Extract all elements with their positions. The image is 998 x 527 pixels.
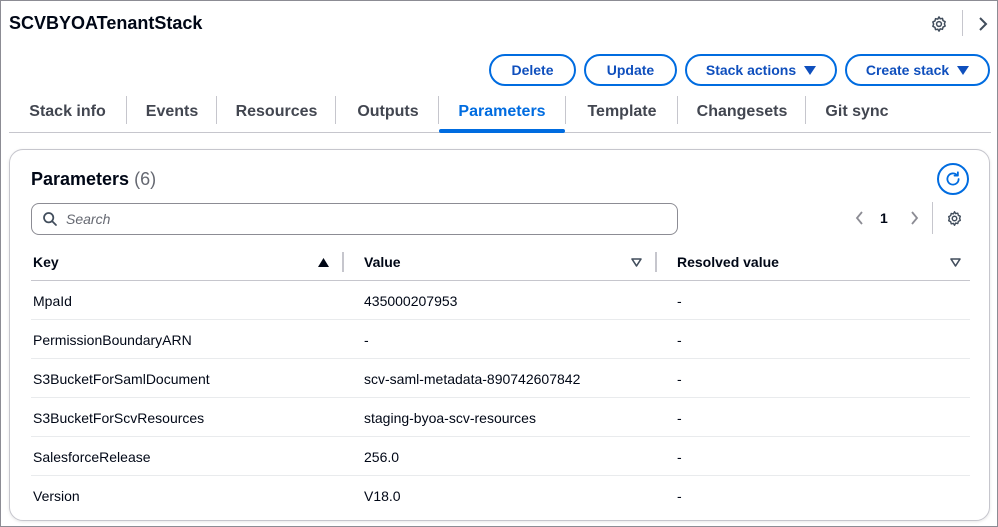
table-row: PermissionBoundaryARN - - [31, 320, 970, 359]
table-row: S3BucketForScvResources staging-byoa-scv… [31, 398, 970, 437]
tab-git-sync[interactable]: Git sync [813, 93, 901, 131]
tab-events[interactable]: Events [134, 93, 210, 131]
chevron-right-icon[interactable] [975, 14, 991, 34]
parameter-key: S3BucketForScvResources [33, 409, 205, 426]
header-divider [962, 10, 963, 36]
parameters-panel: Parameters (6) 1 [9, 149, 990, 521]
tab-separator [335, 96, 336, 124]
parameter-resolved-value: - [677, 331, 682, 348]
sort-ascending-icon[interactable] [318, 243, 329, 281]
table-row: S3BucketForSamlDocument scv-saml-metadat… [31, 359, 970, 398]
tab-separator [565, 96, 566, 124]
current-page[interactable]: 1 [880, 210, 888, 226]
parameter-resolved-value: - [677, 409, 682, 426]
column-header-key[interactable]: Key [33, 243, 59, 281]
update-button-label: Update [606, 62, 655, 78]
tab-stack-info[interactable]: Stack info [15, 93, 120, 131]
panel-title: Parameters (6) [31, 169, 156, 190]
parameter-key: SalesforceRelease [33, 448, 151, 465]
chevron-left-icon [855, 211, 863, 225]
tab-outputs[interactable]: Outputs [343, 93, 433, 131]
parameter-key: S3BucketForSamlDocument [33, 370, 210, 387]
table-row: Version V18.0 - [31, 476, 970, 515]
parameter-resolved-value: - [677, 292, 682, 309]
table-row: MpaId 435000207953 - [31, 281, 970, 320]
tab-resources[interactable]: Resources [224, 93, 329, 131]
gear-icon[interactable] [929, 14, 949, 34]
search-input[interactable] [66, 211, 626, 227]
tab-separator [677, 96, 678, 124]
parameter-resolved-value: - [677, 487, 682, 504]
sort-descending-icon[interactable] [631, 243, 642, 281]
parameter-value: - [364, 331, 369, 348]
create-stack-label: Create stack [865, 62, 950, 78]
column-resizer[interactable] [342, 252, 344, 272]
previous-page-button[interactable] [850, 208, 868, 228]
tab-template[interactable]: Template [573, 93, 671, 131]
parameter-resolved-value: - [677, 370, 682, 387]
refresh-icon [946, 171, 960, 186]
refresh-button[interactable] [937, 163, 969, 195]
parameter-value: V18.0 [364, 487, 401, 504]
parameters-count: (6) [134, 169, 157, 189]
parameter-resolved-value: - [677, 448, 682, 465]
parameter-key: Version [33, 487, 80, 504]
tab-parameters[interactable]: Parameters [439, 93, 565, 133]
tab-changesets[interactable]: Changesets [685, 93, 799, 131]
parameter-key: MpaId [33, 292, 72, 309]
stack-actions-label: Stack actions [705, 62, 797, 78]
caret-down-icon [957, 65, 970, 75]
update-button[interactable]: Update [584, 54, 677, 86]
parameter-key: PermissionBoundaryARN [33, 331, 192, 348]
table-row: SalesforceRelease 256.0 - [31, 437, 970, 476]
gear-icon [947, 210, 961, 226]
tab-separator [216, 96, 217, 124]
column-header-value[interactable]: Value [364, 243, 401, 281]
tab-separator [805, 96, 806, 124]
parameter-value: 435000207953 [364, 292, 458, 309]
parameter-value: staging-byoa-scv-resources [364, 409, 536, 426]
sort-descending-icon[interactable] [950, 243, 961, 281]
delete-button[interactable]: Delete [489, 54, 576, 86]
parameters-table: Key Value Resolved value MpaId 435000207… [31, 243, 970, 515]
table-preferences-button[interactable] [944, 208, 964, 228]
pager-divider [932, 202, 933, 234]
create-stack-dropdown[interactable]: Create stack [845, 54, 990, 86]
column-resizer[interactable] [655, 252, 657, 272]
delete-button-label: Delete [511, 62, 554, 78]
stack-actions-dropdown[interactable]: Stack actions [685, 54, 837, 86]
parameter-value: 256.0 [364, 448, 400, 465]
stack-title: SCVBYOATenantStack [9, 13, 203, 33]
stack-detail-window: SCVBYOATenantStack Delete Update Stack a… [0, 0, 998, 527]
caret-down-icon [804, 65, 817, 75]
parameter-value: scv-saml-metadata-890742607842 [364, 370, 581, 387]
column-header-resolved-value[interactable]: Resolved value [677, 243, 779, 281]
next-page-button[interactable] [905, 208, 923, 228]
chevron-right-icon [910, 211, 918, 225]
tab-separator [126, 96, 127, 124]
stack-tabs: Stack info Events Resources Outputs Para… [9, 93, 991, 133]
table-header: Key Value Resolved value [31, 243, 970, 281]
search-field [31, 203, 678, 235]
panel-title-text: Parameters [31, 169, 130, 189]
search-icon [43, 212, 57, 226]
